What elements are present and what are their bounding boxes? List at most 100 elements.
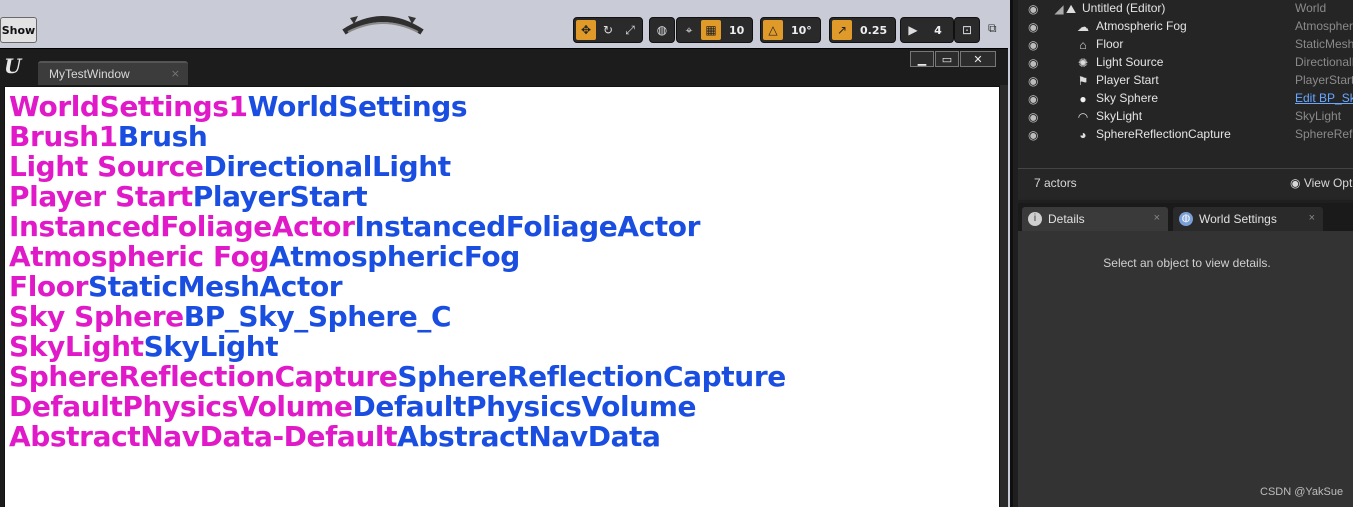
- actor-class: BP_Sky_Sphere_C: [183, 300, 452, 333]
- window-tab[interactable]: MyTestWindow ×: [38, 61, 188, 85]
- actor-label: DefaultPhysicsVolume: [9, 390, 353, 423]
- globe-icon: ◍: [1179, 212, 1193, 226]
- actor-label: WorldSettings1: [9, 90, 248, 123]
- actor-label: AbstractNavData-Default: [9, 420, 398, 453]
- outliner-item-type: StaticMeshActor: [1295, 37, 1353, 51]
- actor-class: SkyLight: [143, 330, 279, 363]
- list-item: AbstractNavData-DefaultAbstractNavData: [9, 422, 786, 452]
- outliner-row[interactable]: ◉ ☁ Atmospheric Fog AtmosphericFog: [1018, 18, 1353, 36]
- list-item: FloorStaticMeshActor: [9, 272, 786, 302]
- rotation-snap-icon[interactable]: △: [763, 20, 783, 40]
- eye-icon: ◉: [1290, 176, 1304, 190]
- close-button[interactable]: ✕: [960, 51, 996, 67]
- view-options-button[interactable]: ◉ View Options: [1290, 176, 1353, 190]
- outliner-row[interactable]: ◉ ⌂ Floor StaticMeshActor: [1018, 36, 1353, 54]
- visibility-eye-icon[interactable]: ◉: [1028, 74, 1042, 88]
- outliner-item-label: Floor: [1096, 37, 1124, 51]
- visibility-eye-icon[interactable]: ◉: [1028, 92, 1042, 106]
- visibility-eye-icon[interactable]: ◉: [1028, 56, 1042, 70]
- outliner-row[interactable]: ◉ ◕ SphereReflectionCapture SphereReflec…: [1018, 126, 1353, 144]
- sphere-icon: ●: [1079, 92, 1087, 106]
- rotate-mode-icon[interactable]: ↻: [598, 20, 618, 40]
- actor-list: WorldSettings1WorldSettings Brush1Brush …: [9, 92, 786, 452]
- outliner-row[interactable]: ◉ ✺ Light Source DirectionalLight: [1018, 54, 1353, 72]
- list-item: Light SourceDirectionalLight: [9, 152, 786, 182]
- rotation-snap-value[interactable]: 10°: [785, 24, 818, 37]
- actor-label: Player Start: [9, 180, 193, 213]
- window-resize-edge[interactable]: [1000, 85, 1008, 507]
- visibility-eye-icon[interactable]: ◉: [1028, 20, 1042, 34]
- world-space-icon[interactable]: ◍: [652, 20, 672, 40]
- outliner-item-type: AtmosphericFog: [1295, 19, 1353, 33]
- window-controls: ▁ ▭ ✕: [910, 51, 998, 69]
- list-item: DefaultPhysicsVolumeDefaultPhysicsVolume: [9, 392, 786, 422]
- visibility-eye-icon[interactable]: ◉: [1028, 110, 1042, 124]
- coordinate-space-group: ◍: [649, 17, 675, 43]
- outliner-item-label: Light Source: [1096, 55, 1164, 69]
- mesh-icon: ⌂: [1079, 38, 1087, 52]
- actor-label: Floor: [9, 270, 89, 303]
- outliner-item-label: Untitled (Editor): [1082, 1, 1166, 15]
- level-viewport[interactable]: Show ✥ ↻ ⤢ ◍ ⌖ ▦ 10 △ 10° ↗ 0.25 ▶ 4 ⊡ ⧉…: [0, 0, 1010, 507]
- outliner-item-type: SphereReflectionCapture: [1295, 127, 1353, 141]
- watermark: CSDN @YakSue: [1260, 486, 1344, 498]
- capture-icon: ◕: [1079, 128, 1087, 142]
- sun-icon: ✺: [1077, 56, 1089, 70]
- outliner-row[interactable]: ◉ ◢ ⛰ Untitled (Editor) World: [1018, 0, 1353, 18]
- outliner-row[interactable]: ◉ ● Sky Sphere Edit BP_Sky_Sphere: [1018, 90, 1353, 108]
- maximize-viewport-group: ⊡: [954, 17, 980, 43]
- editor-root: Show ✥ ↻ ⤢ ◍ ⌖ ▦ 10 △ 10° ↗ 0.25 ▶ 4 ⊡ ⧉…: [0, 0, 1353, 507]
- camera-speed-group: ▶ 4: [900, 17, 954, 43]
- actor-count: 7 actors: [1034, 176, 1077, 190]
- list-item: Player StartPlayerStart: [9, 182, 786, 212]
- grid-snap-value[interactable]: 10: [723, 24, 750, 37]
- translate-mode-icon[interactable]: ✥: [576, 20, 596, 40]
- scale-mode-icon[interactable]: ⤢: [620, 20, 640, 40]
- maximize-button[interactable]: ▭: [935, 51, 959, 67]
- tab-close-icon[interactable]: ×: [171, 67, 180, 80]
- rotation-snap-group: △ 10°: [760, 17, 821, 43]
- info-icon: i: [1028, 212, 1042, 226]
- outliner-item-label: SphereReflectionCapture: [1096, 127, 1231, 141]
- details-empty-message: Select an object to view details.: [1103, 256, 1271, 270]
- camera-speed-value[interactable]: 4: [925, 24, 951, 37]
- actor-class: AbstractNavData: [397, 420, 661, 453]
- camera-speed-icon[interactable]: ▶: [903, 20, 923, 40]
- outliner-item-label: Player Start: [1096, 73, 1159, 87]
- outliner-item-label: SkyLight: [1096, 109, 1143, 123]
- tab-world-settings[interactable]: ◍ World Settings ×: [1173, 207, 1323, 231]
- outliner-row[interactable]: ◉ ◠ SkyLight SkyLight: [1018, 108, 1353, 126]
- grid-snap-icon[interactable]: ▦: [701, 20, 721, 40]
- scale-snap-icon[interactable]: ↗: [832, 20, 852, 40]
- scale-snap-value[interactable]: 0.25: [854, 24, 893, 37]
- player-icon: ⚑: [1077, 74, 1089, 88]
- view-options-label: View Options: [1303, 176, 1353, 190]
- tab-close-icon[interactable]: ×: [1154, 212, 1160, 224]
- viewport-toolbar: Show ✥ ↻ ⤢ ◍ ⌖ ▦ 10 △ 10° ↗ 0.25 ▶ 4 ⊡ ⧉: [0, 0, 1010, 46]
- restore-viewport-icon[interactable]: ⧉: [988, 21, 1002, 35]
- show-button[interactable]: Show: [0, 17, 37, 43]
- outliner-row[interactable]: ◉ ⚑ Player Start PlayerStart: [1018, 72, 1353, 90]
- unreal-logo-icon: U: [4, 54, 22, 78]
- scale-snap-group: ↗ 0.25: [829, 17, 897, 43]
- visibility-eye-icon[interactable]: ◉: [1028, 38, 1042, 52]
- tab-details-label: Details: [1048, 212, 1085, 226]
- right-panels: ◉ ◢ ⛰ Untitled (Editor) World ◉ ☁ Atmosp…: [1010, 0, 1353, 507]
- transform-mode-group: ✥ ↻ ⤢: [573, 17, 643, 43]
- world-icon: ⛰: [1065, 2, 1077, 16]
- tab-close-icon[interactable]: ×: [1309, 212, 1315, 224]
- minimize-button[interactable]: ▁: [910, 51, 934, 67]
- tab-world-settings-label: World Settings: [1199, 212, 1277, 226]
- tab-details[interactable]: i Details ×: [1022, 207, 1168, 231]
- list-item: Atmospheric FogAtmosphericFog: [9, 242, 786, 272]
- visibility-eye-icon[interactable]: ◉: [1028, 128, 1042, 142]
- outliner-item-label: Sky Sphere: [1096, 91, 1159, 105]
- maximize-viewport-icon[interactable]: ⊡: [957, 20, 977, 40]
- outliner-item-type: SkyLight: [1295, 109, 1342, 123]
- surface-snap-icon[interactable]: ⌖: [679, 20, 699, 40]
- list-item: Sky SphereBP_Sky_Sphere_C: [9, 302, 786, 332]
- list-item: InstancedFoliageActorInstancedFoliageAct…: [9, 212, 786, 242]
- visibility-eye-icon[interactable]: ◉: [1028, 2, 1042, 16]
- edit-blueprint-link[interactable]: Edit BP_Sky_Sphere: [1295, 91, 1353, 105]
- outliner-item-type: DirectionalLight: [1295, 55, 1353, 69]
